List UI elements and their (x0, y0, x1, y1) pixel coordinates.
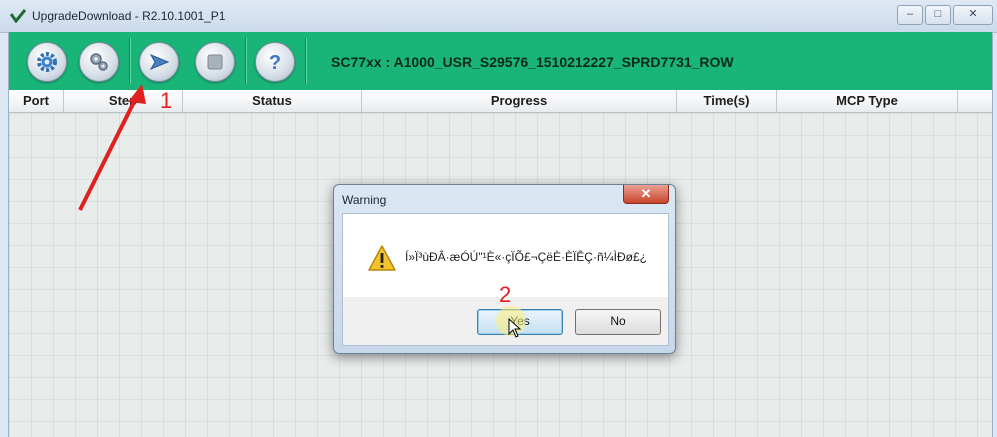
app-icon (10, 9, 26, 23)
window-title: UpgradeDownload - R2.10.1001_P1 (32, 9, 226, 23)
stop-button[interactable] (195, 42, 235, 82)
column-status[interactable]: Status (183, 90, 362, 112)
warning-icon (368, 245, 396, 271)
firmware-label: SC77xx : A1000_USR_S29576_1510212227_SPR… (331, 54, 734, 70)
annotation-step-2: 2 (499, 282, 512, 307)
gear-icon (37, 52, 57, 72)
annotation-arrow (78, 84, 146, 211)
toolbar-separator (305, 38, 307, 84)
dialog-title: Warning (342, 193, 387, 207)
toolbar-separator (129, 38, 131, 84)
svg-text:?: ? (269, 52, 281, 74)
annotation-step-1: 1 (160, 88, 173, 113)
help-icon: ? (269, 52, 281, 74)
dialog-close-button[interactable]: ✕ (623, 185, 669, 204)
minimize-button[interactable]: – (897, 5, 923, 25)
play-arrow-icon (149, 53, 170, 71)
packet-settings-button[interactable] (79, 42, 119, 82)
column-time[interactable]: Time(s) (677, 90, 777, 112)
help-button[interactable]: ? (255, 42, 295, 82)
column-mcp-type[interactable]: MCP Type (777, 90, 958, 112)
column-port[interactable]: Port (9, 90, 64, 112)
settings-button[interactable] (27, 42, 67, 82)
start-download-button[interactable] (139, 42, 179, 82)
stop-icon (207, 54, 223, 70)
dialog-message: Í»Ï³ùÐÂ·æÓÚ"¹È«·çÏÕ£¬ÇëÈ·ÈÏÊÇ·ñ¼ÌÐø£¿ (405, 250, 647, 264)
maximize-button[interactable]: □ (925, 5, 951, 25)
column-progress[interactable]: Progress (362, 90, 677, 112)
close-button[interactable]: ✕ (953, 5, 993, 25)
toolbar-separator (245, 38, 247, 84)
gears-icon (90, 53, 108, 71)
window-title-bar: UpgradeDownload - R2.10.1001_P1 – □ ✕ (0, 0, 997, 33)
mouse-cursor-icon (508, 318, 522, 338)
no-button[interactable]: No (575, 309, 661, 335)
